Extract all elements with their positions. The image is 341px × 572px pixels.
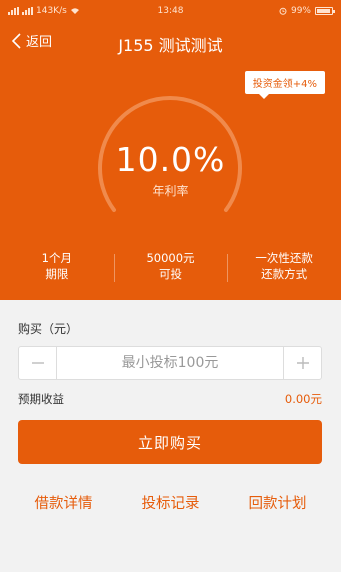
bonus-tag: 投资金领+4% — [244, 71, 325, 99]
loan-details-link[interactable]: 借款详情 — [35, 492, 93, 513]
annual-rate-label: 年利率 — [152, 184, 189, 198]
stat-available-label: 可投 — [159, 267, 182, 281]
stat-term: 1个月 期限 — [0, 250, 114, 286]
status-bar: 143K/s 13:48 99% — [0, 0, 341, 22]
back-label: 返回 — [26, 35, 53, 50]
stat-repayment-value: 一次性还款 — [255, 251, 313, 265]
detail-links: 借款详情 投标记录 回款计划 — [0, 492, 341, 513]
buy-amount-label: 购买（元） — [18, 322, 79, 336]
battery-icon — [315, 7, 335, 15]
amount-input[interactable] — [57, 347, 283, 379]
hero-section: 143K/s 13:48 99% 返回 J155 测试测试 投资金领+4% 10… — [0, 0, 341, 300]
stat-term-label: 期限 — [45, 267, 69, 281]
increase-button[interactable] — [283, 347, 321, 379]
decrease-button[interactable] — [19, 347, 57, 379]
stat-available: 50000元 可投 — [113, 250, 228, 286]
alarm-icon — [279, 7, 287, 15]
stat-available-value: 50000元 — [146, 251, 195, 265]
expected-income-label: 预期收益 — [18, 392, 64, 406]
bid-records-link[interactable]: 投标记录 — [142, 492, 200, 513]
repayment-plan-link[interactable]: 回款计划 — [249, 492, 307, 513]
amount-stepper — [18, 346, 322, 380]
stat-repayment: 一次性还款 还款方式 — [227, 250, 341, 286]
annual-rate-value: 10.0% — [115, 140, 226, 179]
stat-term-value: 1个月 — [41, 251, 72, 265]
nav-bar: 返回 J155 测试测试 — [0, 28, 341, 56]
stat-repayment-label: 还款方式 — [261, 267, 308, 281]
expected-income-value: 0.00元 — [284, 392, 322, 406]
buy-now-button[interactable]: 立即购买 — [18, 420, 322, 464]
loan-stats: 1个月 期限 50000元 可投 一次性还款 还款方式 — [0, 250, 341, 286]
plus-icon — [296, 357, 309, 369]
status-right: 99% — [279, 6, 335, 16]
battery-percent: 99% — [290, 6, 311, 16]
minus-icon — [31, 362, 44, 364]
back-button[interactable]: 返回 — [10, 31, 52, 50]
chevron-left-icon — [11, 32, 21, 49]
purchase-panel: 购买（元） 预期收益 0.00元 立即购买 借款详情 投标记录 回款计划 — [0, 300, 341, 572]
